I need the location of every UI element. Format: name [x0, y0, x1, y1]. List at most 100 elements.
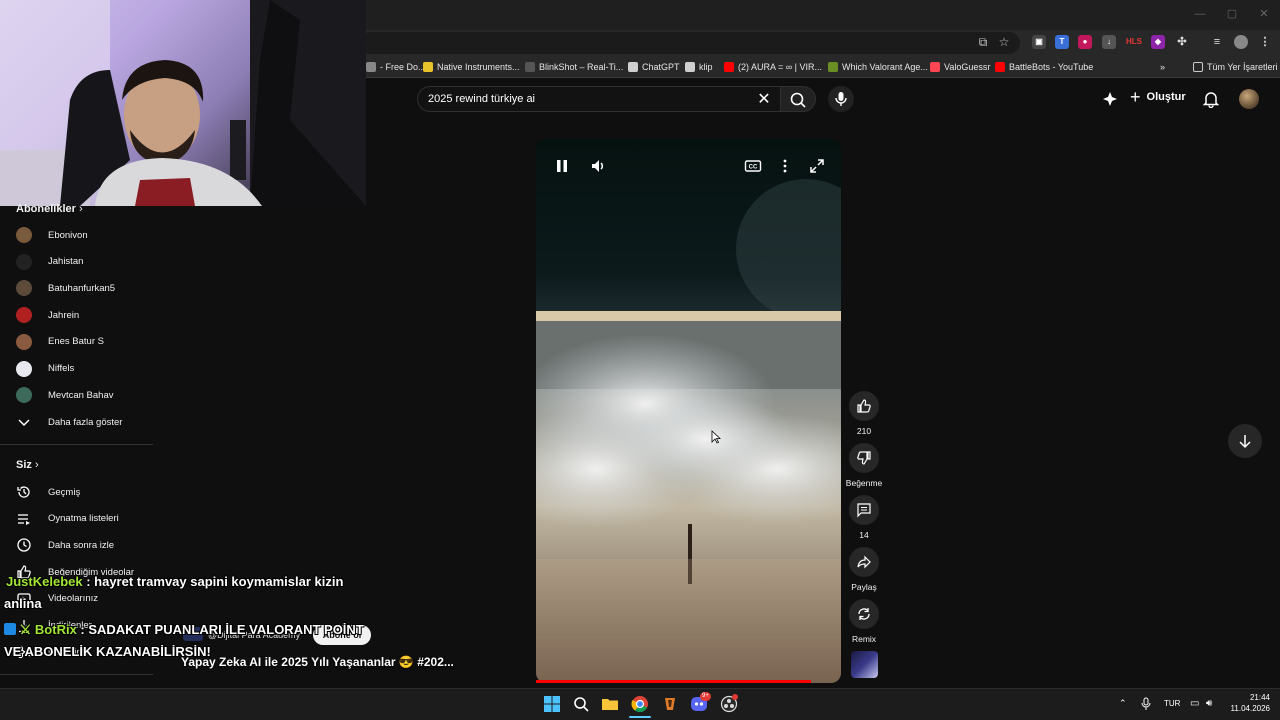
media-control-icon[interactable]: ≡ — [1210, 35, 1224, 49]
subscriptions-heading[interactable]: Abonelikler › — [16, 203, 83, 215]
sidebar-item[interactable]: Geçmiş — [16, 483, 80, 501]
extension-icon[interactable]: ● — [1078, 35, 1092, 49]
search-button[interactable] — [780, 86, 816, 112]
streamer-camera-feed — [0, 0, 366, 206]
comments-button[interactable] — [849, 495, 879, 525]
chat-message: ⚔ BotRix : SADAKAT PUANLARI İLE VALORANT… — [4, 622, 364, 638]
video-progress-bar[interactable] — [536, 680, 811, 683]
subscription-item[interactable]: Jahistan — [16, 253, 83, 271]
create-button[interactable]: + Oluştur — [1130, 88, 1186, 106]
bookmark-star-icon[interactable]: ☆ — [996, 34, 1012, 50]
browser-menu-icon[interactable]: ⋮ — [1258, 35, 1272, 49]
captions-icon: CC — [744, 160, 762, 172]
profile-icon[interactable] — [1234, 35, 1248, 49]
app-icon — [665, 698, 675, 710]
recording-indicator — [732, 694, 738, 700]
clock-date[interactable]: 11.04.2026 — [1222, 704, 1270, 713]
cast-icon[interactable] — [1102, 91, 1118, 107]
translate-extension-icon[interactable]: T — [1055, 35, 1069, 49]
chat-message: JustKelebek : hayret tramvay sapini koym… — [6, 574, 343, 589]
close-window-button[interactable]: ✕ — [1248, 0, 1280, 30]
clock-time[interactable]: 21:44 — [1226, 693, 1270, 702]
subscription-item[interactable]: Niffels — [16, 360, 74, 378]
extension-icon[interactable]: ◆ — [1151, 35, 1165, 49]
voice-search-button[interactable] — [828, 86, 854, 112]
notifications-button[interactable] — [1202, 90, 1220, 109]
all-bookmarks-folder[interactable]: Tüm Yer İşaretleri — [1193, 60, 1278, 74]
maximize-button[interactable]: ▢ — [1216, 0, 1248, 30]
channel-avatar — [16, 360, 32, 377]
bookmark-favicon-icon — [685, 62, 695, 72]
bookmark-item[interactable]: klip — [685, 60, 713, 74]
network-tray-icon[interactable]: ▭ — [1190, 698, 1199, 709]
sidebar-item[interactable]: Oynatma listeleri — [16, 510, 119, 528]
install-app-icon[interactable]: ⧉ — [975, 34, 991, 50]
microphone-tray-icon[interactable] — [1140, 697, 1152, 711]
more-options-button[interactable] — [776, 157, 794, 175]
sidebar-divider — [0, 674, 153, 675]
sound-thumbnail[interactable] — [851, 651, 878, 678]
channel-avatar — [16, 307, 32, 324]
window-controls: — ▢ ✕ — [1184, 0, 1280, 30]
volume-button[interactable] — [590, 157, 608, 175]
more-bookmarks-button[interactable]: » — [1160, 60, 1165, 74]
bookmark-favicon-icon — [423, 62, 433, 72]
chat-username: JustKelebek — [6, 574, 83, 589]
show-more-subscriptions[interactable]: Daha fazla göster — [16, 413, 122, 431]
short-video-player[interactable] — [536, 139, 841, 683]
folder-icon — [602, 699, 618, 710]
chevron-down-icon — [16, 414, 32, 430]
bookmark-favicon-icon — [828, 62, 838, 72]
subscription-item[interactable]: Enes Batur S — [16, 333, 104, 351]
bookmark-item[interactable]: BlinkShot – Real-Ti... — [525, 60, 623, 74]
download-extension-icon[interactable]: ↓ — [1102, 35, 1116, 49]
search-icon — [790, 92, 806, 108]
subscription-item[interactable]: Mevtcan Bahav — [16, 386, 113, 404]
svg-text:CC: CC — [749, 165, 758, 171]
remix-button[interactable] — [849, 599, 879, 629]
next-short-button[interactable] — [1228, 424, 1262, 458]
channel-avatar — [16, 253, 32, 270]
bookmark-item[interactable]: ChatGPT — [628, 60, 680, 74]
bookmark-item[interactable]: Which Valorant Age... — [828, 60, 928, 74]
share-button[interactable] — [849, 547, 879, 577]
comment-icon — [857, 503, 871, 518]
address-bar[interactable] — [360, 32, 1020, 54]
start-button[interactable] — [543, 695, 561, 713]
extension-icon[interactable]: ▣ — [1032, 35, 1046, 49]
bookmark-item[interactable]: (2) AURA = ∞ | VIR... — [724, 60, 822, 74]
bookmark-item[interactable]: BattleBots - YouTube — [995, 60, 1093, 74]
pause-button[interactable] — [553, 157, 571, 175]
input-language[interactable]: TUR — [1164, 699, 1180, 708]
sidebar-item[interactable]: Daha sonra izle — [16, 536, 114, 554]
history-icon — [16, 484, 32, 500]
account-avatar[interactable] — [1239, 89, 1259, 109]
chrome-button[interactable] — [631, 695, 649, 713]
show-hidden-icons-button[interactable]: ⌃ — [1119, 698, 1127, 709]
pinned-app-button[interactable] — [661, 695, 679, 713]
bookmark-item[interactable]: - Free Do... — [366, 60, 426, 74]
like-button[interactable] — [849, 391, 879, 421]
bell-icon — [1202, 92, 1220, 109]
file-explorer-button[interactable] — [601, 695, 619, 713]
you-heading[interactable]: Siz › — [16, 459, 39, 471]
minimize-button[interactable]: — — [1184, 0, 1216, 30]
more-vert-icon — [783, 159, 787, 173]
subscription-item[interactable]: Jahrein — [16, 306, 79, 324]
extensions-puzzle-icon[interactable]: ✣ — [1175, 35, 1189, 49]
bot-badge-icon — [4, 623, 16, 635]
bookmark-item[interactable]: Native Instruments... — [423, 60, 520, 74]
captions-button[interactable]: CC — [744, 157, 762, 175]
volume-tray-icon[interactable]: 🔊︎ — [1206, 698, 1212, 709]
dislike-button[interactable] — [849, 443, 879, 473]
hls-extension-icon[interactable]: HLS — [1126, 35, 1142, 49]
windows-logo-icon — [544, 696, 560, 712]
bookmark-item[interactable]: ValoGuessr — [930, 60, 990, 74]
arrow-down-icon — [1239, 435, 1251, 449]
fullscreen-button[interactable] — [808, 157, 826, 175]
bookmark-favicon-icon — [525, 62, 535, 72]
subscription-item[interactable]: Batuhanfurkan5 — [16, 279, 115, 297]
clear-search-icon[interactable]: ✕ — [756, 89, 772, 109]
subscription-item[interactable]: Ebonivon — [16, 226, 88, 244]
taskbar-search-button[interactable] — [572, 695, 590, 713]
